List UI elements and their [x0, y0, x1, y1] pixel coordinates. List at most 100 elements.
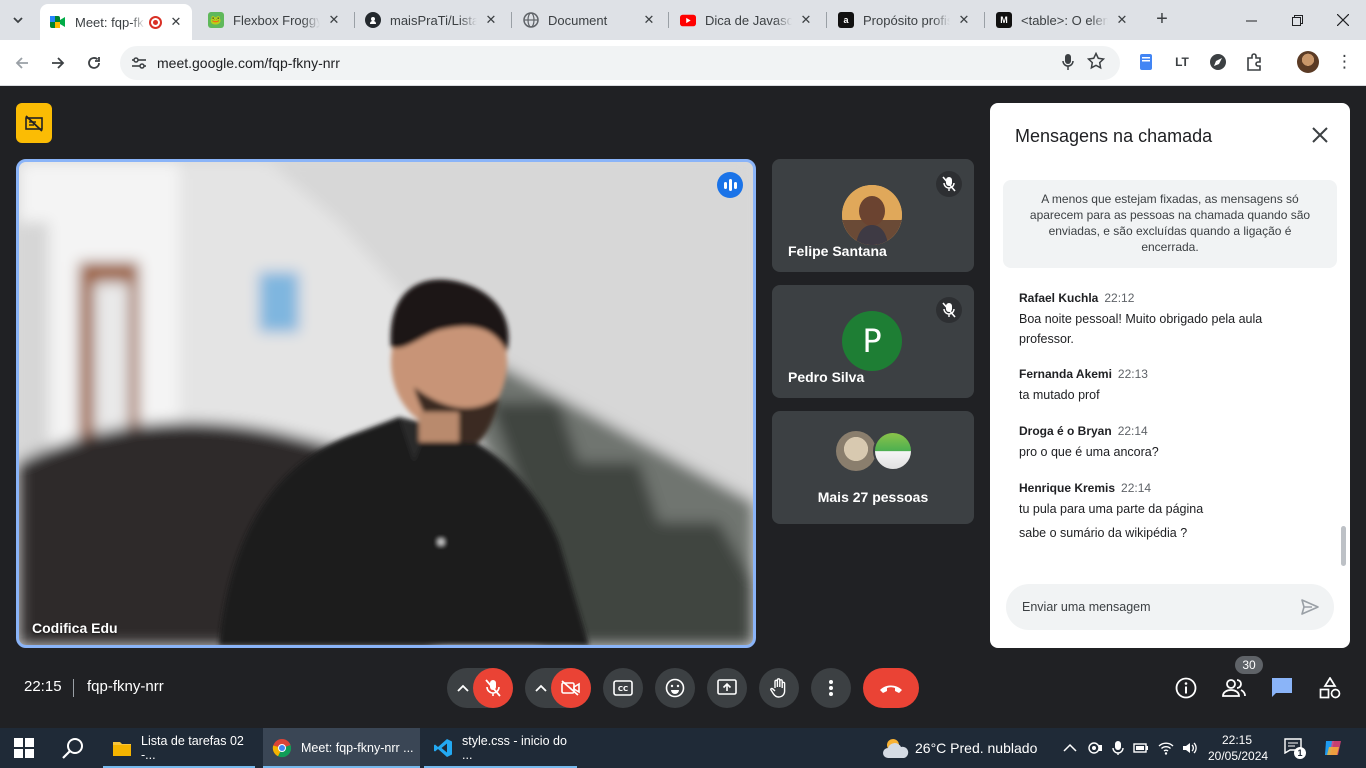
- main-video-tile[interactable]: Codifica Edu: [16, 159, 756, 648]
- minimize-button[interactable]: [1228, 0, 1274, 40]
- speaking-indicator-icon: [717, 172, 743, 198]
- tab-mdn-table[interactable]: M <table>: O elem ✕: [986, 4, 1138, 36]
- tab-proposito[interactable]: a Propósito profis ✕: [828, 4, 980, 36]
- taskbar-time: 22:15: [1221, 733, 1253, 747]
- participant-tile-pedro[interactable]: P Pedro Silva: [772, 285, 974, 398]
- search-icon[interactable]: [62, 737, 84, 759]
- chrome-icon: [271, 737, 293, 759]
- message-author: Droga é o Bryan: [1019, 424, 1112, 438]
- microphone-icon[interactable]: [1062, 54, 1074, 73]
- taskbar-app-vscode[interactable]: style.css - inicio do ...: [424, 728, 577, 768]
- site-info-icon[interactable]: [130, 54, 148, 72]
- camera-toggle-button[interactable]: [551, 668, 591, 708]
- new-tab-button[interactable]: +: [1151, 9, 1173, 31]
- close-tab-icon[interactable]: ✕: [956, 12, 972, 28]
- notification-center-button[interactable]: 1: [1284, 738, 1306, 759]
- extension-docs-icon[interactable]: [1136, 52, 1156, 72]
- more-participants-tile[interactable]: Mais 27 pessoas: [772, 411, 974, 524]
- reactions-button[interactable]: [655, 668, 695, 708]
- arrow-right-icon: [52, 57, 65, 69]
- browser-tab-strip: Meet: fqp-fk ✕ 🐸 Flexbox Froggy ✕ maisPr…: [0, 0, 1366, 40]
- wifi-icon[interactable]: [1158, 740, 1174, 756]
- svg-text:CC: CC: [618, 685, 628, 693]
- more-options-button[interactable]: [811, 668, 851, 708]
- address-bar[interactable]: meet.google.com/fqp-fkny-nrr: [120, 46, 1120, 80]
- microphone-icon[interactable]: [1110, 740, 1126, 756]
- chat-message-list: Rafael Kuchla 22:12 Boa noite pessoal! Mu…: [1019, 290, 1319, 543]
- present-screen-button[interactable]: [707, 668, 747, 708]
- bookmark-star-icon[interactable]: [1086, 51, 1106, 75]
- tab-separator: [826, 12, 827, 28]
- forward-button[interactable]: [45, 50, 71, 76]
- url-text[interactable]: meet.google.com/fqp-fkny-nrr: [157, 55, 340, 71]
- notification-count: 1: [1294, 747, 1306, 759]
- browser-toolbar: meet.google.com/fqp-fkny-nrr LT: [0, 40, 1366, 86]
- recording-icon: [149, 15, 162, 29]
- puzzle-extensions-icon[interactable]: [1244, 52, 1264, 72]
- info-icon: [1175, 677, 1197, 699]
- back-button[interactable]: [9, 50, 35, 76]
- tab-search-button[interactable]: [7, 9, 29, 31]
- chat-button[interactable]: [1270, 676, 1294, 700]
- windows-start-icon[interactable]: [14, 738, 34, 758]
- tab-youtube[interactable]: Dica de Javascript ✕: [670, 4, 822, 36]
- close-tab-icon[interactable]: ✕: [641, 12, 657, 28]
- close-chat-button[interactable]: [1308, 123, 1332, 147]
- extension-pen-icon[interactable]: [1208, 52, 1228, 72]
- people-count-badge: 30: [1235, 656, 1263, 674]
- chevron-up-icon[interactable]: [535, 684, 547, 692]
- message-text: ta mutado prof: [1019, 388, 1100, 402]
- participant-name: Pedro Silva: [788, 369, 865, 385]
- message-time: 22:14: [1121, 481, 1152, 495]
- weather-cloud-icon[interactable]: [882, 736, 910, 760]
- copilot-icon[interactable]: [1322, 737, 1344, 759]
- webcam-icon[interactable]: [1087, 740, 1103, 756]
- people-button[interactable]: [1222, 676, 1246, 700]
- taskbar-app-chrome[interactable]: Meet: fqp-fkny-nrr ...: [263, 728, 420, 768]
- mic-muted-icon: [936, 297, 962, 323]
- activities-button[interactable]: [1318, 676, 1342, 700]
- call-controls-bar: 22:15 fqp-fkny-nrr CC 30: [0, 648, 1366, 728]
- browser-menu-icon[interactable]: ⋮: [1336, 51, 1353, 75]
- mdn-icon: M: [996, 12, 1012, 28]
- profile-avatar[interactable]: [1297, 51, 1319, 73]
- volume-icon[interactable]: [1182, 740, 1198, 756]
- tab-title: Dica de Javascript: [705, 12, 792, 28]
- close-tab-icon[interactable]: ✕: [1114, 12, 1130, 28]
- microphone-toggle-button[interactable]: [473, 668, 513, 708]
- message-time: 22:14: [1117, 424, 1148, 438]
- taskbar-app-explorer[interactable]: Lista de tarefas 02 -...: [103, 728, 255, 768]
- tab-document[interactable]: Document ✕: [513, 4, 665, 36]
- camera-off-badge[interactable]: [16, 103, 52, 143]
- tab-google-meet[interactable]: Meet: fqp-fk ✕: [40, 4, 192, 40]
- battery-plug-icon[interactable]: [1133, 740, 1149, 756]
- divider: [73, 679, 74, 697]
- chat-message-input[interactable]: [1022, 597, 1282, 617]
- weather-text[interactable]: 26°C Pred. nublado: [915, 740, 1037, 756]
- leave-call-button[interactable]: [863, 668, 919, 708]
- restore-button[interactable]: [1274, 0, 1320, 40]
- tab-flexbox-froggy[interactable]: 🐸 Flexbox Froggy ✕: [198, 4, 350, 36]
- chat-scrollbar[interactable]: [1341, 526, 1346, 566]
- close-tab-icon[interactable]: ✕: [326, 12, 342, 28]
- close-window-button[interactable]: [1320, 0, 1366, 40]
- raise-hand-button[interactable]: [759, 668, 799, 708]
- close-tab-icon[interactable]: ✕: [168, 14, 184, 30]
- extension-lt-icon[interactable]: LT: [1172, 52, 1192, 72]
- chevron-up-icon[interactable]: [457, 684, 469, 692]
- chevron-up-icon[interactable]: [1062, 740, 1078, 756]
- tab-title: <table>: O elem: [1021, 12, 1108, 28]
- restore-icon: [1291, 14, 1303, 26]
- reload-button[interactable]: [81, 50, 107, 76]
- meeting-info-button[interactable]: [1174, 676, 1198, 700]
- participant-tile-felipe[interactable]: Felipe Santana: [772, 159, 974, 272]
- message-text: Boa noite pessoal! Muito obrigado pela a…: [1019, 312, 1263, 346]
- close-tab-icon[interactable]: ✕: [483, 12, 499, 28]
- message-author: Henrique Kremis: [1019, 481, 1116, 495]
- taskbar-clock[interactable]: 22:15 20/05/2024: [1208, 732, 1268, 764]
- send-icon[interactable]: [1300, 597, 1320, 617]
- participant-name: Felipe Santana: [788, 243, 887, 259]
- close-tab-icon[interactable]: ✕: [798, 12, 814, 28]
- captions-button[interactable]: CC: [603, 668, 643, 708]
- tab-github[interactable]: maisPraTi/Listas ✕: [355, 4, 507, 36]
